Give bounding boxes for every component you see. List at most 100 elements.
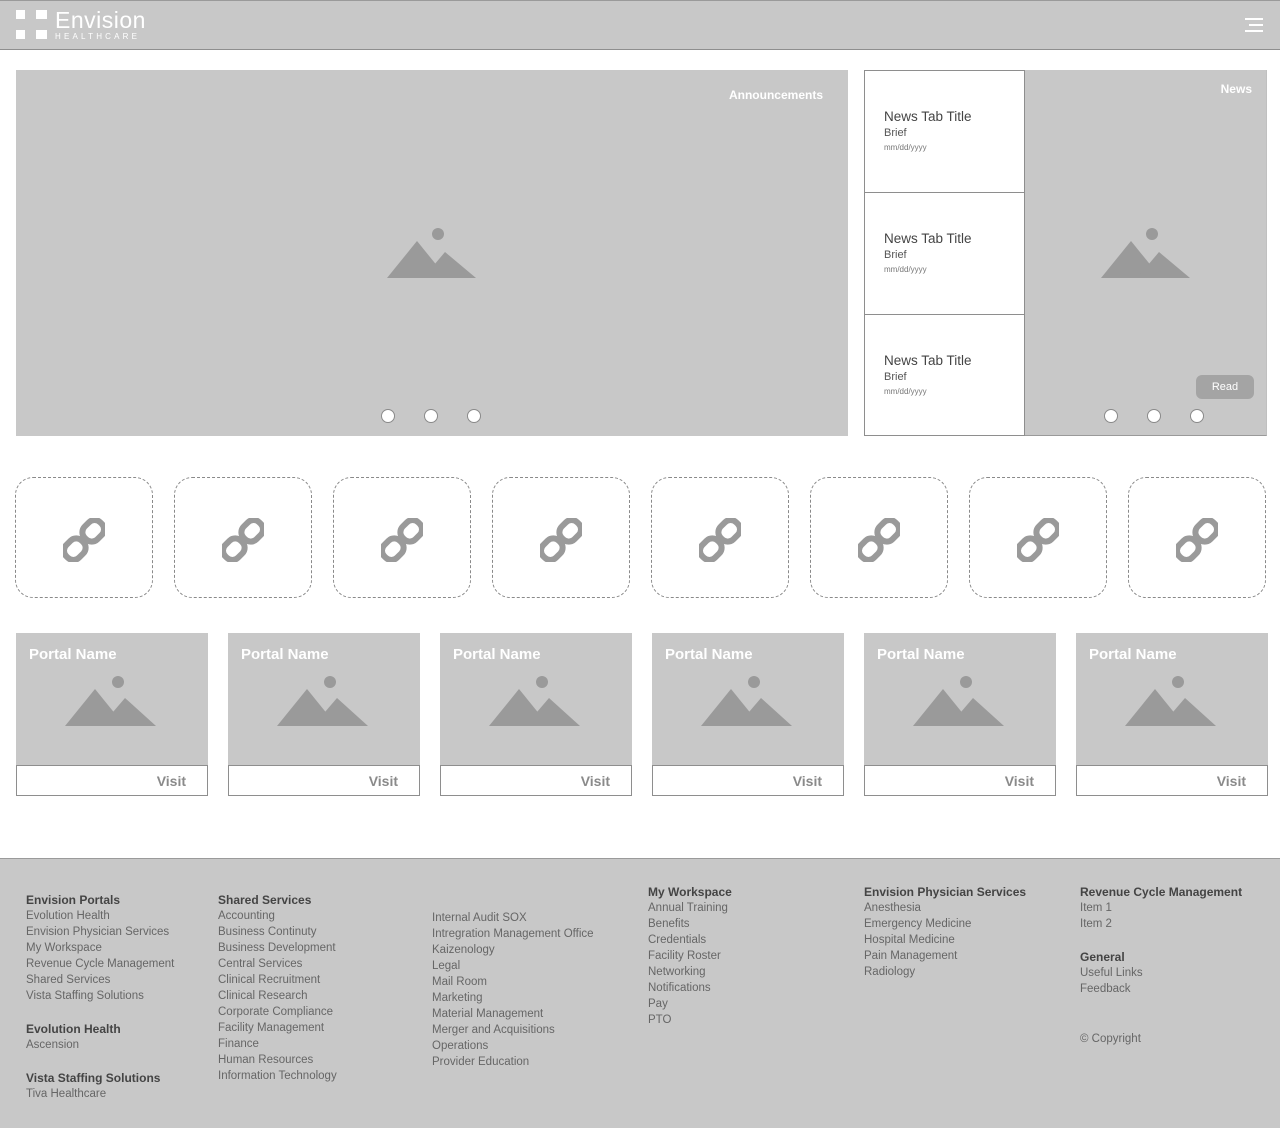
footer-link-envision-physician-services[interactable]: Envision Physician Services (26, 924, 174, 940)
quick-link-tile[interactable] (651, 477, 789, 598)
footer-link-evolution-health[interactable]: Evolution Health (26, 908, 174, 924)
footer-link-notifications[interactable]: Notifications (648, 980, 732, 996)
footer-link-legal[interactable]: Legal (432, 958, 594, 974)
footer-link-anesthesia[interactable]: Anesthesia (864, 900, 1026, 916)
footer-link-operations[interactable]: Operations (432, 1038, 594, 1054)
quick-link-tile[interactable] (810, 477, 948, 598)
quick-link-tile[interactable] (174, 477, 312, 598)
footer-link-radiology[interactable]: Radiology (864, 964, 1026, 980)
footer-link-feedback[interactable]: Feedback (1080, 981, 1242, 997)
portal-visit-bar[interactable]: Visit (864, 765, 1056, 796)
portal-visit-bar[interactable]: Visit (1076, 765, 1268, 796)
portal-image[interactable]: Portal Name (228, 633, 420, 766)
news-tab[interactable]: News Tab Title Brief mm/dd/yyyy (865, 71, 1024, 193)
footer-link-material-management[interactable]: Material Management (432, 1006, 594, 1022)
news-dots (1104, 409, 1204, 423)
carousel-dot[interactable] (1147, 409, 1161, 423)
footer-link-vista-staffing-solutions[interactable]: Vista Staffing Solutions (26, 988, 174, 1004)
footer-link-merger-and-acquisitions[interactable]: Merger and Acquisitions (432, 1022, 594, 1038)
footer-link-finance[interactable]: Finance (218, 1036, 337, 1052)
visit-link[interactable]: Visit (1217, 773, 1246, 789)
carousel-dot[interactable] (1190, 409, 1204, 423)
footer-heading-vista-staffing-solutions[interactable]: Vista Staffing Solutions (26, 1070, 174, 1086)
portal-image[interactable]: Portal Name (1076, 633, 1268, 766)
footer-heading-evolution-health[interactable]: Evolution Health (26, 1021, 174, 1037)
footer-heading-general[interactable]: General (1080, 949, 1242, 965)
footer-link-benefits[interactable]: Benefits (648, 916, 732, 932)
hamburger-icon[interactable] (1245, 18, 1263, 33)
portal-image[interactable]: Portal Name (16, 633, 208, 766)
footer-link-corporate-compliance[interactable]: Corporate Compliance (218, 1004, 337, 1020)
read-button[interactable]: Read (1196, 375, 1254, 399)
quick-link-tile[interactable] (969, 477, 1107, 598)
footer-link-pto[interactable]: PTO (648, 1012, 732, 1028)
footer-link-my-workspace[interactable]: My Workspace (26, 940, 174, 956)
envision-logo[interactable]: Envision HEALTHCARE (16, 9, 146, 41)
footer-col-revenue-general: Revenue Cycle Management Item 1 Item 2 Gene… (1080, 884, 1242, 1047)
footer-heading-revenue-cycle-management[interactable]: Revenue Cycle Management (1080, 884, 1242, 900)
footer-link-facility-roster[interactable]: Facility Roster (648, 948, 732, 964)
image-placeholder-icon (701, 676, 792, 726)
portal-visit-bar[interactable]: Visit (228, 765, 420, 796)
footer-link-internal-audit-sox[interactable]: Internal Audit SOX (432, 910, 594, 926)
quick-link-tile[interactable] (333, 477, 471, 598)
portal-image[interactable]: Portal Name (440, 633, 632, 766)
visit-link[interactable]: Visit (581, 773, 610, 789)
footer-link-information-technology[interactable]: Information Technology (218, 1068, 337, 1084)
footer-link-kaizenology[interactable]: Kaizenology (432, 942, 594, 958)
carousel-dot[interactable] (424, 409, 438, 423)
news-tab[interactable]: News Tab Title Brief mm/dd/yyyy (865, 315, 1024, 437)
announcements-carousel[interactable]: Announcements (16, 70, 848, 436)
footer-link-useful-links[interactable]: Useful Links (1080, 965, 1242, 981)
visit-link[interactable]: Visit (1005, 773, 1034, 789)
portal-name: Portal Name (241, 646, 329, 663)
footer-link-business-continuty[interactable]: Business Continuty (218, 924, 337, 940)
quick-link-tile[interactable] (492, 477, 630, 598)
footer-heading-my-workspace[interactable]: My Workspace (648, 884, 732, 900)
footer-link-annual-training[interactable]: Annual Training (648, 900, 732, 916)
footer-heading-envision-physician-services[interactable]: Envision Physician Services (864, 884, 1026, 900)
footer-link-emergency-medicine[interactable]: Emergency Medicine (864, 916, 1026, 932)
footer-link-clinical-recruitment[interactable]: Clinical Recruitment (218, 972, 337, 988)
footer-link-ascension[interactable]: Ascension (26, 1037, 174, 1053)
footer-link-shared-services[interactable]: Shared Services (26, 972, 174, 988)
footer-link-mail-room[interactable]: Mail Room (432, 974, 594, 990)
portal-card: Portal Name Visit (228, 633, 420, 796)
portal-image[interactable]: Portal Name (864, 633, 1056, 766)
footer-link-credentials[interactable]: Credentials (648, 932, 732, 948)
footer-link-item-1[interactable]: Item 1 (1080, 900, 1242, 916)
quick-link-tile[interactable] (1128, 477, 1266, 598)
footer-link-business-development[interactable]: Business Development (218, 940, 337, 956)
image-placeholder-icon (65, 676, 156, 726)
portal-visit-bar[interactable]: Visit (652, 765, 844, 796)
footer-link-central-services[interactable]: Central Services (218, 956, 337, 972)
footer-link-clinical-research[interactable]: Clinical Research (218, 988, 337, 1004)
visit-link[interactable]: Visit (369, 773, 398, 789)
news-tab[interactable]: News Tab Title Brief mm/dd/yyyy (865, 193, 1024, 315)
footer-link-pain-management[interactable]: Pain Management (864, 948, 1026, 964)
footer-link-networking[interactable]: Networking (648, 964, 732, 980)
carousel-dot[interactable] (467, 409, 481, 423)
footer-heading-envision-portals[interactable]: Envision Portals (26, 892, 174, 908)
visit-link[interactable]: Visit (157, 773, 186, 789)
visit-link[interactable]: Visit (793, 773, 822, 789)
footer-link-item-2[interactable]: Item 2 (1080, 916, 1242, 932)
carousel-dot[interactable] (381, 409, 395, 423)
footer-link-hospital-medicine[interactable]: Hospital Medicine (864, 932, 1026, 948)
footer-link-facility-management[interactable]: Facility Management (218, 1020, 337, 1036)
portal-visit-bar[interactable]: Visit (440, 765, 632, 796)
quick-link-tile[interactable] (15, 477, 153, 598)
news-tab-brief: Brief (884, 249, 907, 261)
footer-link-pay[interactable]: Pay (648, 996, 732, 1012)
footer-link-human-resources[interactable]: Human Resources (218, 1052, 337, 1068)
footer-link-intregration-management-office[interactable]: Intregration Management Office (432, 926, 594, 942)
portal-visit-bar[interactable]: Visit (16, 765, 208, 796)
carousel-dot[interactable] (1104, 409, 1118, 423)
portal-image[interactable]: Portal Name (652, 633, 844, 766)
footer-link-provider-education[interactable]: Provider Education (432, 1054, 594, 1070)
footer-link-revenue-cycle-management[interactable]: Revenue Cycle Management (26, 956, 174, 972)
footer-link-marketing[interactable]: Marketing (432, 990, 594, 1006)
footer-link-accounting[interactable]: Accounting (218, 908, 337, 924)
footer-link-tiva-healthcare[interactable]: Tiva Healthcare (26, 1086, 174, 1102)
footer-heading-shared-services[interactable]: Shared Services (218, 892, 337, 908)
